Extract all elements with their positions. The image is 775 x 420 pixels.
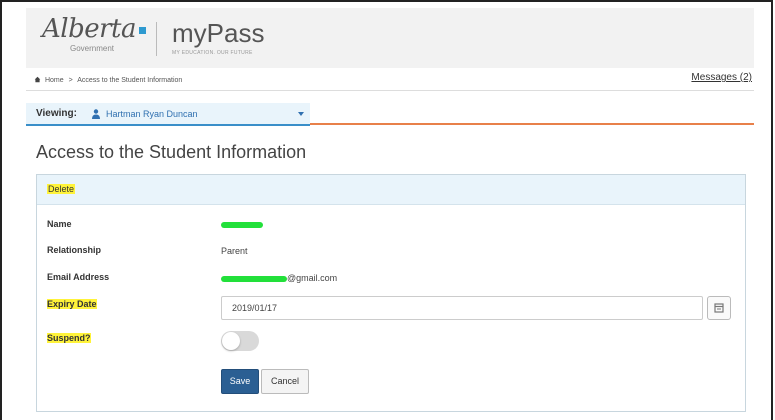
calendar-icon [714,303,724,313]
alberta-logo-square [139,26,146,34]
email-value: @gmail.com [221,273,337,283]
name-value [221,219,263,229]
expiry-date-value: 2019/01/17 [232,303,278,313]
mypass-logo[interactable]: myPass [172,18,264,49]
logo-divider [156,22,157,56]
name-label: Name [47,219,72,229]
home-icon[interactable] [34,76,41,83]
email-domain: @gmail.com [287,273,338,283]
chevron-down-icon[interactable] [298,112,304,116]
toggle-knob [222,332,240,350]
delete-link[interactable]: Delete [47,184,76,194]
mypass-tagline: MY EDUCATION. OUR FUTURE [172,50,253,56]
selected-student-name: Hartman Ryan Duncan [106,109,198,119]
page-title: Access to the Student Information [36,142,307,162]
expiry-label: Expiry Date [47,299,97,309]
suspend-label: Suspend? [47,333,91,343]
person-icon [92,109,100,119]
relationship-label: Relationship [47,245,102,255]
breadcrumb-current: Access to the Student Information [77,77,183,84]
alberta-logo[interactable]: Alberta [42,14,146,44]
save-button[interactable]: Save [221,369,259,394]
email-redaction [221,275,287,282]
expiry-date-input[interactable]: 2019/01/17 [221,296,703,320]
alberta-wordmark: Alberta [42,14,137,44]
student-selector[interactable]: Viewing: Hartman Ryan Duncan [26,103,310,126]
relationship-value: Parent [221,246,248,256]
expiry-label-text: Expiry Date [47,299,97,309]
breadcrumb-home[interactable]: Home [45,77,64,84]
suspend-toggle[interactable] [221,331,259,351]
viewing-bar: Viewing: Hartman Ryan Duncan [26,103,754,126]
name-redaction [221,221,263,228]
messages-link[interactable]: Messages (2) [691,72,752,83]
viewing-label: Viewing: [36,108,77,119]
breadcrumb: Home > Access to the Student Information [34,75,182,84]
panel-header: Delete [37,175,745,205]
accent-divider [310,123,754,125]
suspend-label-text: Suspend? [47,333,91,343]
cancel-button[interactable]: Cancel [261,369,309,394]
site-header: Alberta Government myPass MY EDUCATION. … [26,8,754,68]
calendar-button[interactable] [707,296,731,320]
access-panel: Delete Name Relationship Parent Email Ad… [36,174,746,412]
breadcrumb-separator: > [68,77,73,84]
government-label: Government [70,44,115,53]
breadcrumb-bar: Home > Access to the Student Information… [26,68,754,91]
email-label: Email Address [47,272,110,282]
